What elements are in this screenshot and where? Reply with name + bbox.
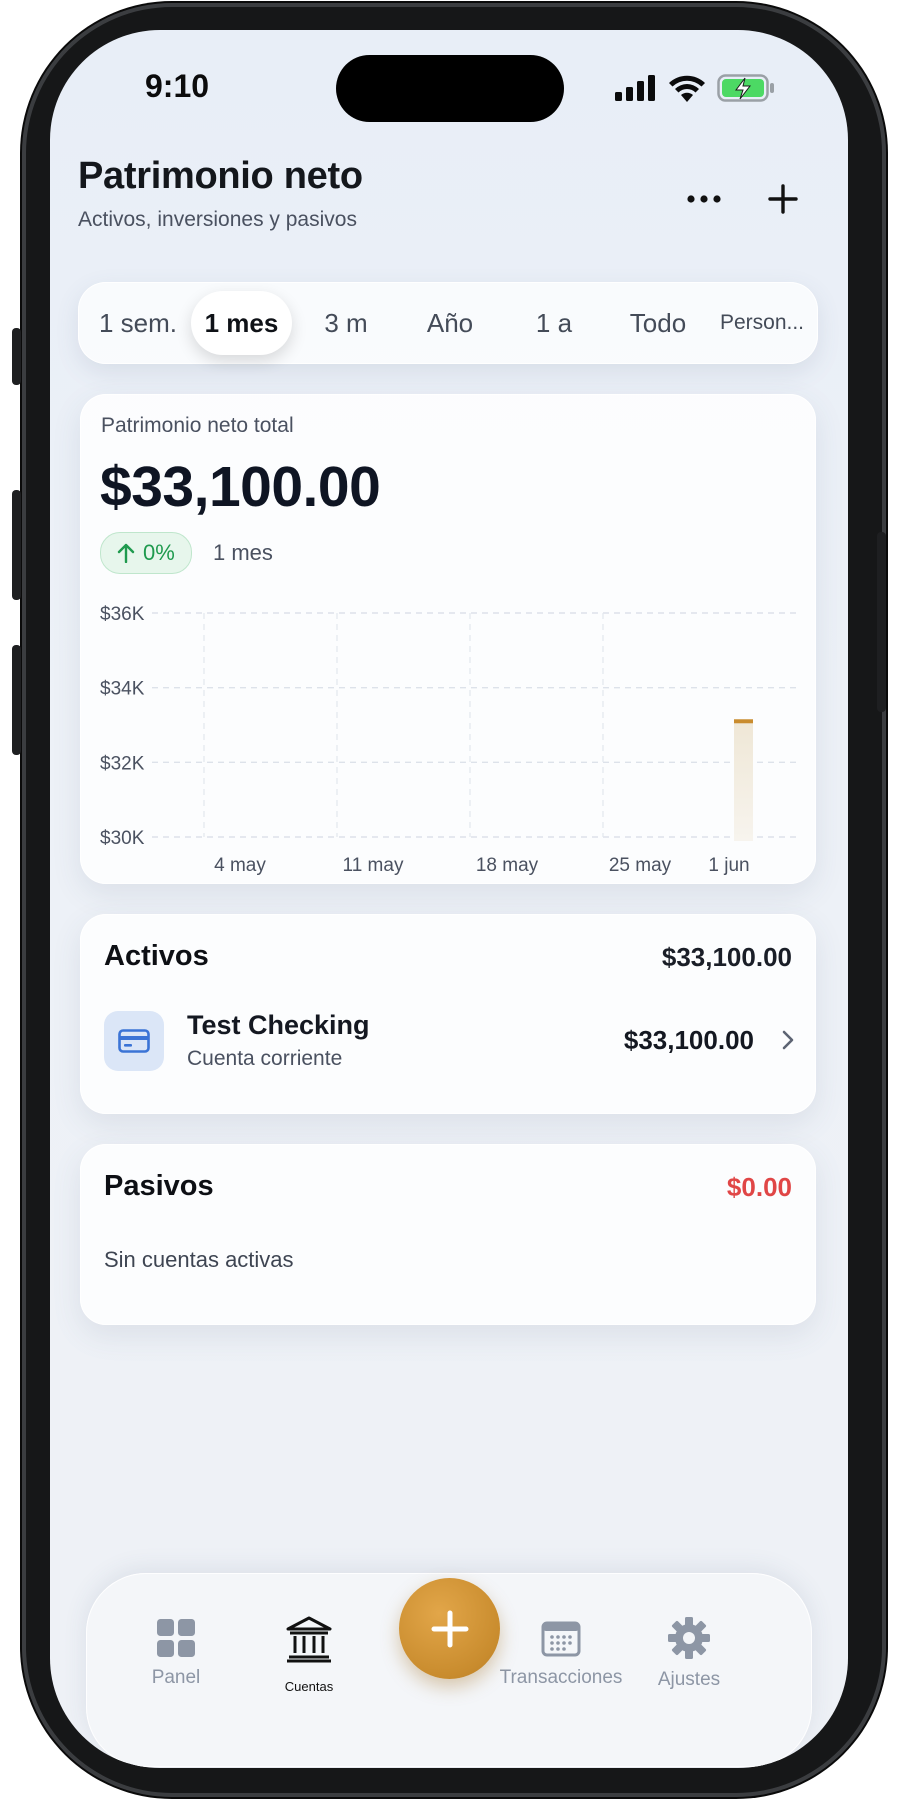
tab-cuentas-label: Cuentas (284, 1679, 334, 1694)
period-option-personalizado[interactable]: Person... (710, 282, 814, 364)
tab-panel-label: Panel (151, 1667, 201, 1688)
chart-y-tick-label: $32K (100, 753, 145, 774)
arrow-up-icon (117, 543, 135, 563)
chart-y-tick-label: $34K (100, 679, 145, 700)
account-name: Test Checking (187, 1010, 370, 1040)
period-option-1-a[interactable]: 1 a (504, 282, 604, 364)
change-badge: 0% (100, 532, 192, 574)
screen: 9:10 Patrimonio neto Activos, inversione… (50, 30, 848, 1768)
volume-down-button (12, 645, 21, 755)
tab-ajustes[interactable]: Ajustes (649, 1617, 729, 1691)
net-worth-card: Patrimonio neto total $33,100.00 0% 1 me… (80, 394, 816, 884)
period-selector: 1 sem. 1 mes 3 m Año 1 a Todo Person... (78, 282, 818, 364)
tab-cuentas[interactable]: Cuentas (269, 1615, 349, 1694)
period-option-todo[interactable]: Todo (608, 282, 708, 364)
assets-card: Activos $33,100.00 Test Checking Cuenta … (80, 914, 816, 1114)
ellipsis-icon (687, 195, 721, 203)
volume-up-button (12, 490, 21, 600)
status-icons (615, 74, 775, 102)
period-option-1-mes[interactable]: 1 mes (191, 291, 292, 355)
wifi-icon (669, 75, 705, 102)
liabilities-title: Pasivos (104, 1170, 214, 1202)
change-period: 1 mes (213, 540, 273, 565)
liabilities-total: $0.00 (726, 1172, 792, 1202)
period-option-1-sem[interactable]: 1 sem. (88, 282, 188, 364)
add-transaction-button[interactable] (399, 1578, 500, 1679)
change-value: 0% (143, 540, 175, 565)
add-account-button[interactable] (759, 175, 807, 223)
assets-title: Activos (104, 940, 209, 972)
credit-card-icon (118, 1029, 150, 1053)
dynamic-island (336, 55, 564, 122)
action-button (12, 328, 21, 385)
chart-y-tick-label: $30K (100, 828, 145, 849)
status-time: 9:10 (145, 68, 210, 104)
chart-x-tick-label: 25 may (609, 855, 672, 876)
net-worth-value: $33,100.00 (100, 455, 381, 519)
tab-transacciones-label: Transacciones (499, 1667, 623, 1688)
chart-y-tick-label: $36K (100, 604, 145, 625)
account-type: Cuenta corriente (187, 1047, 343, 1070)
liabilities-empty-text: Sin cuentas activas (104, 1247, 294, 1272)
period-option-3-m[interactable]: 3 m (296, 282, 396, 364)
tab-transacciones[interactable]: Transacciones (500, 1619, 622, 1689)
net-worth-label: Patrimonio neto total (101, 414, 294, 437)
account-amount: $33,100.00 (623, 1025, 754, 1055)
bank-icon (286, 1616, 332, 1663)
chart-x-tick-label: 18 may (476, 855, 539, 876)
account-icon (104, 1011, 164, 1071)
grid-icon (157, 1619, 195, 1657)
battery-charging-icon (717, 74, 774, 102)
net-worth-chart: $36K $34K $32K $30K 4 may 11 may 18 may 25 may 1… (100, 604, 796, 876)
tab-panel[interactable]: Panel (136, 1619, 216, 1689)
assets-total: $33,100.00 (661, 942, 792, 972)
cellular-signal-icon (615, 75, 655, 101)
chart-bar-cap (734, 719, 753, 724)
chart-x-tick-label: 1 jun (708, 855, 749, 876)
plus-icon (431, 1610, 468, 1647)
power-button (877, 532, 886, 712)
chart-x-tick-label: 11 may (343, 855, 404, 876)
gear-icon (668, 1617, 710, 1659)
chevron-right-icon (782, 1030, 794, 1050)
chart-bar (734, 721, 753, 841)
liabilities-card: Pasivos $0.00 Sin cuentas activas (80, 1144, 816, 1325)
period-option-ano[interactable]: Año (400, 282, 500, 364)
calendar-icon (541, 1621, 581, 1657)
account-row[interactable]: Test Checking Cuenta corriente $33,100.0… (80, 994, 816, 1094)
chart-x-tick-label: 4 may (214, 855, 266, 876)
plus-icon (768, 184, 798, 214)
more-options-button[interactable] (680, 175, 728, 223)
tab-ajustes-label: Ajustes (657, 1669, 721, 1690)
